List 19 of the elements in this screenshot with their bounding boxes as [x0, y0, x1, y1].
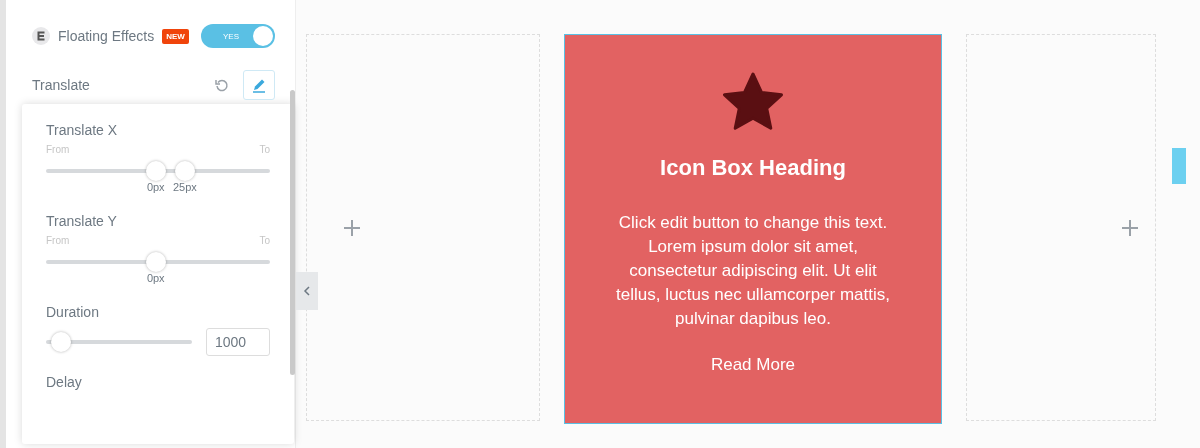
translate-label: Translate	[32, 77, 90, 93]
to-label: To	[259, 235, 270, 246]
control-label: Translate X	[46, 122, 119, 138]
icon-box-heading: Icon Box Heading	[660, 155, 846, 181]
control-label: Translate Y	[46, 213, 118, 229]
new-badge: NEW	[162, 28, 189, 44]
from-label: From	[46, 235, 70, 246]
section-title: Floating Effects	[58, 28, 155, 44]
slider-value: 0px	[146, 272, 165, 284]
slider-value: 25px	[172, 181, 197, 193]
to-label: To	[259, 144, 270, 155]
slider-value: 0px	[146, 181, 165, 193]
from-label: From	[46, 144, 70, 155]
control-label: Duration	[46, 304, 100, 320]
control-label: Delay	[46, 374, 83, 390]
number-field[interactable]: 1000	[206, 328, 270, 356]
read-more-link[interactable]: Read More	[710, 355, 796, 375]
icon-box-text: Click edit button to change this text. Lorem ipsum dolor sit amet, consectetur adipiscing elit. Ut elit tellus, luctus nec ullamcorper mattis, pulvinar dapibus leo.	[615, 212, 891, 330]
toggle-switch[interactable]: YES	[201, 24, 275, 48]
